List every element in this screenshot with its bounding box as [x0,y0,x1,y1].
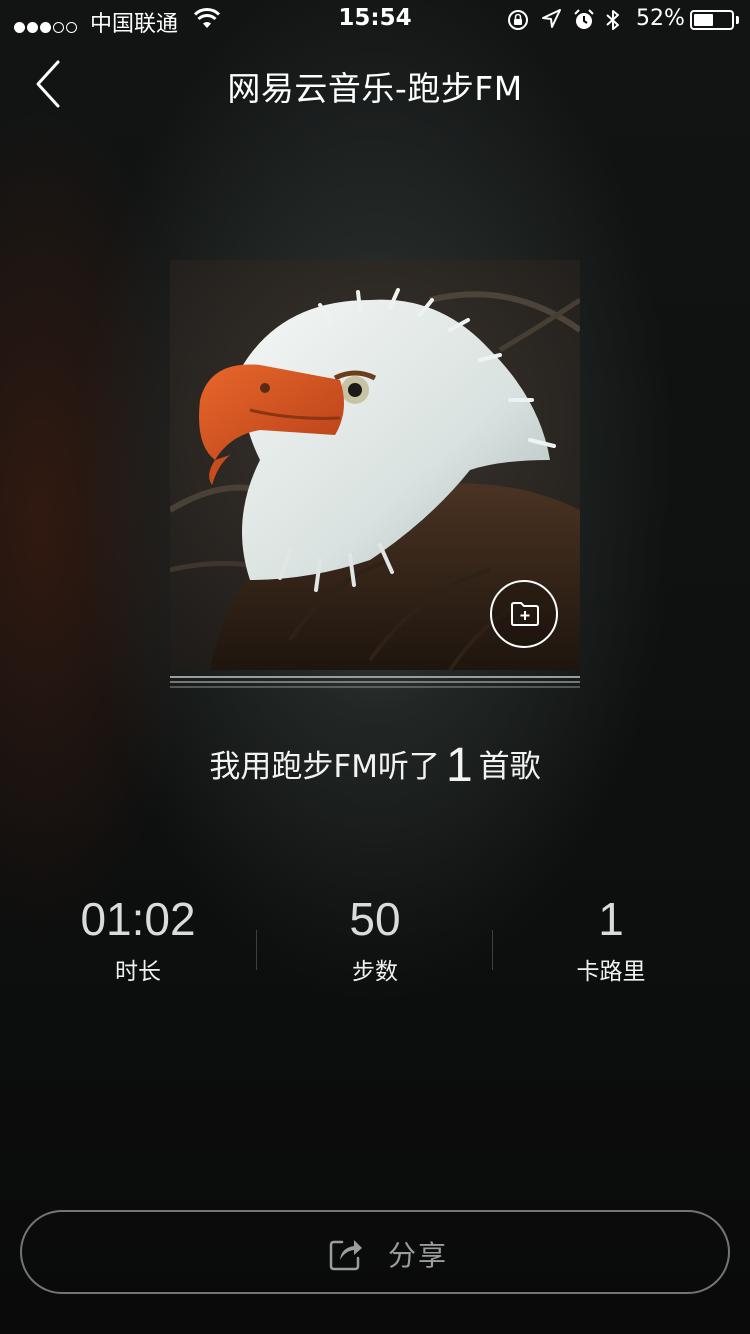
share-icon [329,1240,362,1271]
share-label: 分享 [388,1239,449,1272]
running-fm-summary-screen: 中国联通 15:54 52% 网易云音乐-跑步FM 我用跑步FM听了 1 首歌 … [0,0,750,1334]
location-icon [542,9,561,28]
page-title: 网易云音乐-跑步FM [227,69,523,108]
stat-steps: 50 步数 [257,890,493,986]
run-stats: 01:02 时长 50 步数 1 卡路里 [20,890,730,1000]
alarm-icon [574,9,594,29]
album-stack-line [170,676,580,678]
duration-value: 01:02 [80,893,196,945]
folder-plus-icon [511,602,539,626]
calories-value: 1 [598,893,624,945]
calories-label: 卡路里 [576,959,646,985]
album-stack-line [170,681,580,683]
battery-percent: 52% [636,6,685,31]
summary-prefix: 我用跑步FM听了 [209,749,440,785]
songs-count: 1 [445,739,473,792]
status-bar: 中国联通 15:54 52% [0,0,750,40]
battery-level [694,14,713,26]
battery-tip [736,16,739,24]
battery-icon [690,10,734,30]
duration-label: 时长 [115,959,161,985]
rotation-lock-icon [508,10,528,30]
add-to-playlist-button[interactable] [490,580,558,648]
bluetooth-icon [606,10,619,30]
share-button[interactable]: 分享 [20,1210,730,1294]
steps-label: 步数 [352,959,398,985]
summary-suffix: 首歌 [478,749,541,785]
stat-duration: 01:02 时长 [20,890,256,986]
steps-value: 50 [349,893,401,945]
album-stack-line [170,686,580,688]
stat-calories: 1 卡路里 [493,890,729,986]
songs-summary: 我用跑步FM听了 1 首歌 [0,738,750,793]
